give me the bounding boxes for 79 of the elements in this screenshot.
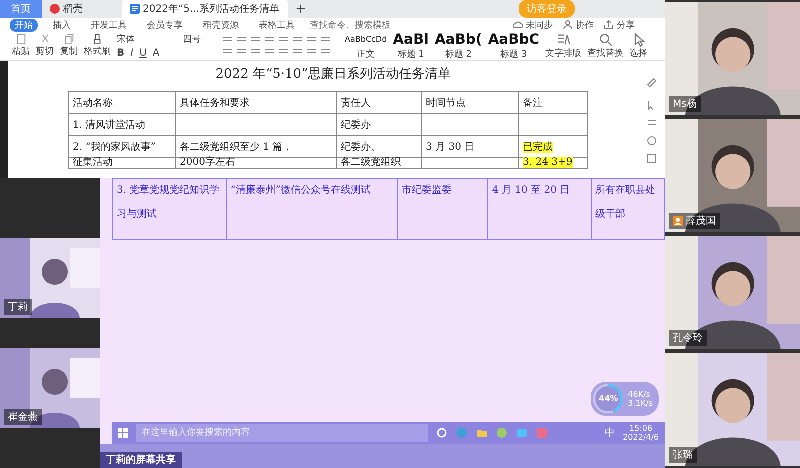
format-button[interactable]: A [152,48,160,59]
upload-speed: 46K/s [628,390,652,399]
style-preset[interactable]: AaBl 标题 1 [393,32,429,60]
table-cell: 3 月 30 日 [426,142,475,152]
table-cell: 2. “我的家风故事” [73,142,156,152]
participant-name: Ms杨 [669,96,701,112]
search-field[interactable]: 查找命令、搜索模板 [310,20,430,30]
copy-icon [64,34,74,45]
cloud-icon[interactable] [513,20,523,30]
logo-icon [50,4,60,14]
toolbar-button[interactable]: 格式刷 [84,34,111,58]
toolbar-button[interactable]: 文字排版 [546,32,582,60]
screen-share-label: 丁莉的屏幕共享 [100,452,182,468]
menu-tab[interactable]: 会员专享 [142,18,188,32]
table-cell: “清廉泰州”微信公众号在线测试 [230,185,372,196]
table-cell: 2000字左右 [180,157,236,168]
participant-name: 崔金燕 [4,409,42,425]
table-cell: 已完成 [523,142,553,152]
menu-tab[interactable]: 稻壳资源 [198,18,244,32]
search-icon [598,32,613,46]
toolbar-link[interactable]: 协作 [576,18,594,32]
table-cell: 征集活动 [73,157,113,168]
table-cell: 纪委办、 [341,142,381,152]
participant-name: 薛茂国 [669,213,720,229]
taskbar-search-field[interactable]: 在这里输入你要搜索的内容 [136,424,428,442]
table-cell: 4 月 10 至 20 日 [492,185,570,196]
toolbar-button[interactable]: 剪切 [36,34,54,58]
table-cell: 1. 清风讲堂活动 [73,120,146,130]
participant-name: 丁莉 [4,299,32,315]
table-cell: 各二级党组织至少 1 篇， [180,142,293,152]
share-icon[interactable] [604,20,614,30]
usage-percent: 44% [599,394,618,404]
style-preset[interactable]: AaBbCcDd 正文 [345,32,388,60]
format-button[interactable]: U [140,48,147,59]
table-cell: 所有在职县处级干部 [596,185,656,220]
size-dropdown[interactable]: 四号 [183,33,213,46]
table-header: 具体任务和要求 [176,92,336,114]
person-icon [673,216,683,226]
clipboard-icon [16,34,26,45]
toolbar-button[interactable]: 粘贴 [12,34,30,58]
start-icon[interactable] [118,428,128,438]
app-icon[interactable] [516,427,528,439]
brush-icon [92,34,103,45]
document-tab[interactable]: 2022年“5...系列活动任务清单 [122,0,288,18]
scissors-icon [40,34,50,45]
menu-tab[interactable]: 插入 [48,18,76,32]
document-icon [130,4,140,14]
toolbar-button[interactable]: 选择 [630,32,648,60]
table-cell: 3. 党章党规党纪知识学习与测试 [117,185,220,220]
new-tab-button[interactable]: + [288,2,314,16]
person-icon[interactable] [563,20,573,30]
format-button[interactable]: B [117,48,125,59]
toolbar-link[interactable]: 分享 [617,18,635,32]
font-dropdown[interactable]: 宋体 [117,33,177,46]
toolbar-link[interactable]: 未同步 [526,18,553,32]
table-header: 时间节点 [422,92,518,114]
download-speed: 3.1K/s [628,399,653,408]
table-cell: 各二级党组织 [341,157,401,168]
circle-icon[interactable] [436,427,448,439]
style-preset[interactable]: AaBb( 标题 2 [434,32,482,60]
clock-time: 15:06 [630,424,653,433]
clock-date: 2022/4/6 [623,433,659,442]
menu-tab[interactable]: 表格工具 [254,18,300,32]
table-cell: 市纪委监委 [402,185,452,196]
document-title: 2022 年“5·10”思廉日系列活动任务清单 [214,66,452,83]
toolbar-button[interactable]: 查找替换 [588,32,624,60]
table-header: 备注 [518,92,588,114]
menu-tab[interactable]: 开发工具 [86,18,132,32]
style-preset[interactable]: AaBbC 标题 3 [488,32,540,60]
format-button[interactable]: I [130,48,134,59]
toolbar-button[interactable]: 复制 [60,34,78,58]
text-layout-icon [556,32,571,46]
folder-icon[interactable] [476,427,488,439]
table-cell: 3. 24 3+9 [523,157,573,168]
document-tab[interactable]: 稻壳 [42,0,122,18]
table-header: 活动名称 [68,92,176,114]
table-cell: 纪委办 [341,120,371,130]
table-header: 责任人 [336,92,422,114]
menu-tab[interactable]: 开始 [10,18,38,32]
